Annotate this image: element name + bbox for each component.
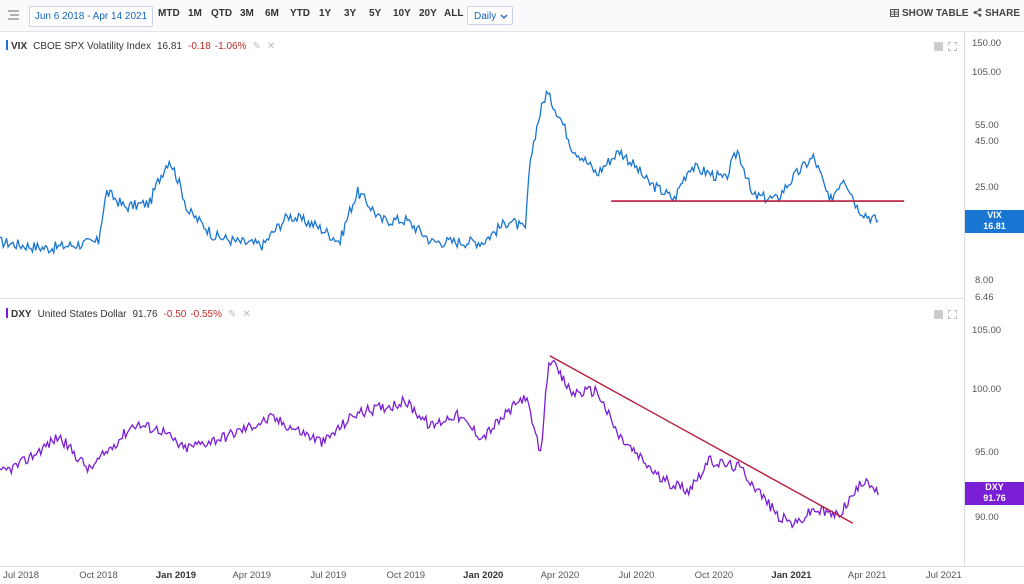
vix-symbol: VIX [11, 41, 28, 52]
y-tick: 55.00 [975, 120, 999, 131]
dxy-value: 91.76 [132, 309, 158, 320]
dxy-name: United States Dollar [37, 309, 127, 320]
x-tick-label: Jan 2021 [771, 570, 812, 581]
x-tick-label: Jan 2020 [463, 570, 504, 581]
vix-badge-symbol: VIX [987, 210, 1002, 220]
vix-last-value-badge: VIX 16.81 [965, 210, 1024, 233]
vix-badge-value: 16.81 [983, 221, 1006, 231]
settings-icon[interactable]: ✎ [252, 41, 260, 52]
x-tick-label: Jan 2019 [155, 570, 197, 581]
close-icon[interactable]: ✕ [242, 309, 250, 320]
vix-series-line [0, 89, 879, 256]
dxy-legend: DXY United States Dollar 91.76 -0.50 -0.55% ✎… [6, 308, 251, 320]
dxy-badge-value: 91.76 [983, 493, 1006, 503]
expand-icon[interactable] [948, 42, 957, 51]
close-icon[interactable]: ✕ [267, 41, 275, 52]
vix-change: -0.18 [188, 41, 211, 52]
dxy-last-value-badge: DXY 91.76 [965, 482, 1024, 505]
x-tick-label: Apr 2020 [540, 570, 580, 581]
x-tick-label: Jul 2021 [925, 570, 962, 581]
series-color-marker [6, 308, 8, 318]
y-tick: 95.00 [975, 447, 999, 458]
dxy-panel [0, 355, 879, 529]
y-tick: 45.00 [975, 136, 999, 147]
vix-value: 16.81 [156, 41, 182, 52]
vix-legend: VIX CBOE SPX Volatility Index 16.81 -0.18 -1… [6, 40, 275, 52]
y-tick: 25.00 [975, 182, 999, 193]
collapse-icon[interactable] [934, 310, 943, 319]
collapse-icon[interactable] [934, 42, 943, 51]
y-tick: 100.00 [972, 384, 1002, 395]
dxy-change: -0.50 [163, 309, 187, 320]
vix-panel [0, 89, 905, 256]
expand-icon[interactable] [948, 310, 957, 319]
vix-change-pct: -1.06% [214, 41, 247, 52]
y-tick: 105.00 [972, 325, 1002, 336]
dxy-badge-symbol: DXY [985, 482, 1004, 492]
y-tick: 150.00 [972, 38, 1002, 49]
dxy-series-line [0, 359, 879, 529]
chart-canvas [0, 89, 905, 529]
dxy-change-pct: -0.55% [190, 309, 223, 320]
x-tick-label: Apr 2019 [232, 570, 272, 581]
x-tick-label: Jul 2019 [310, 570, 347, 581]
y-tick: 90.00 [975, 512, 999, 523]
x-tick-label: Apr 2021 [847, 570, 887, 581]
x-axis-divider [0, 566, 1024, 567]
y-tick: 6.46 [975, 292, 994, 303]
x-tick-label: Jul 2020 [618, 570, 655, 581]
vix-name: CBOE SPX Volatility Index [33, 41, 151, 52]
series-color-marker [6, 40, 8, 50]
dxy-trend-line[interactable] [549, 355, 854, 524]
x-tick-label: Oct 2018 [79, 570, 118, 581]
panel-divider [0, 298, 964, 299]
settings-icon[interactable]: ✎ [228, 309, 236, 320]
x-tick-label: Oct 2020 [694, 570, 734, 581]
y-tick: 105.00 [972, 67, 1002, 78]
y-tick: 8.00 [975, 275, 994, 286]
x-tick-label: Oct 2019 [386, 570, 426, 581]
dxy-symbol: DXY [11, 309, 32, 320]
x-tick-label: Jul 2018 [3, 570, 40, 581]
